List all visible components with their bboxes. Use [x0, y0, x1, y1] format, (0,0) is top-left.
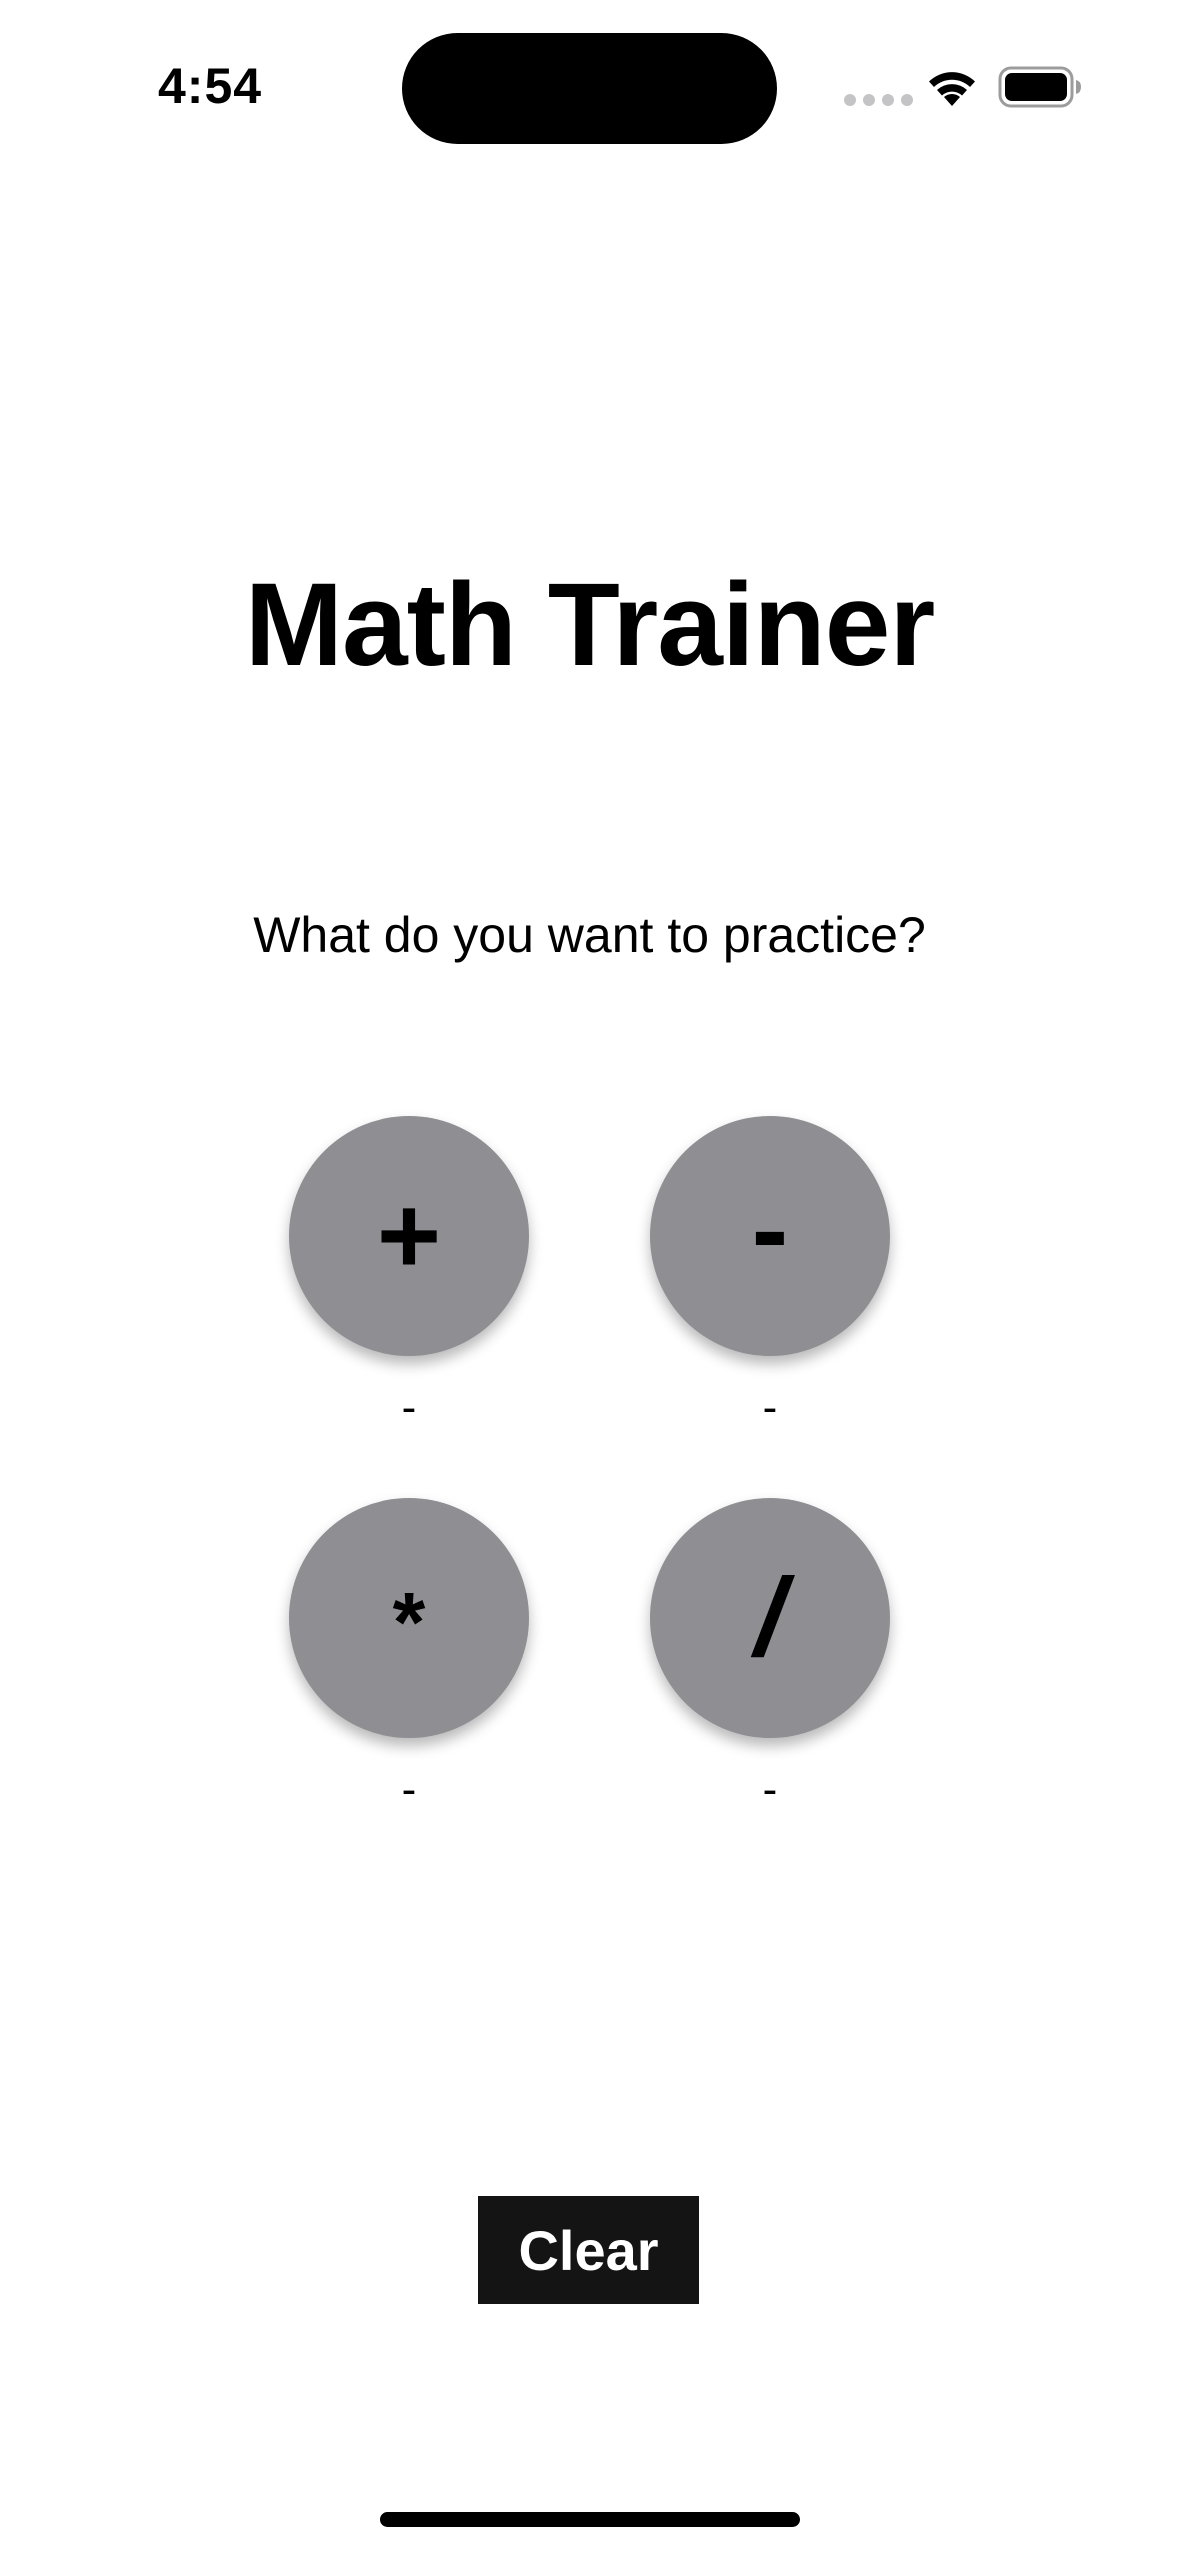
- addition-button[interactable]: +: [289, 1116, 529, 1356]
- home-indicator[interactable]: [380, 2512, 800, 2527]
- subtraction-symbol: -: [751, 1168, 789, 1291]
- status-time: 4:54: [158, 58, 263, 114]
- multiplication-button[interactable]: *: [289, 1498, 529, 1738]
- cellular-signal-icon: [844, 94, 913, 108]
- battery-icon: [998, 66, 1081, 108]
- division-button[interactable]: /: [650, 1498, 890, 1738]
- addition-symbol: +: [376, 1174, 442, 1297]
- clear-button-label: Clear: [518, 2218, 659, 2282]
- practice-prompt: What do you want to practice?: [253, 907, 926, 963]
- dynamic-island: [402, 33, 777, 144]
- subtraction-button[interactable]: -: [650, 1116, 890, 1356]
- page-title: Math Trainer: [244, 559, 936, 691]
- wifi-icon: [929, 72, 975, 106]
- multiplication-score: -: [401, 1765, 417, 1814]
- division-score: -: [762, 1765, 778, 1814]
- clear-button[interactable]: Clear: [478, 2196, 699, 2304]
- addition-score: -: [401, 1383, 417, 1432]
- division-symbol: /: [754, 1556, 786, 1679]
- subtraction-score: -: [762, 1383, 778, 1432]
- multiplication-symbol: *: [392, 1575, 426, 1669]
